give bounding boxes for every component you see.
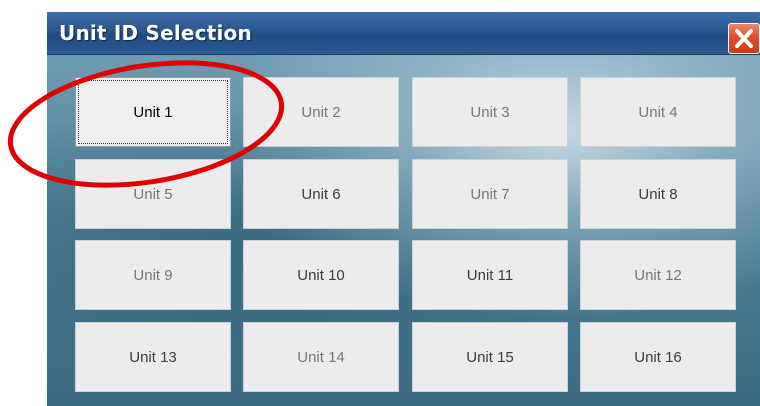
unit-10-label: Unit 10: [297, 266, 345, 284]
unit-2-button[interactable]: Unit 2: [243, 77, 399, 147]
unit-3-label: Unit 3: [470, 103, 510, 121]
unit-5-label: Unit 5: [133, 185, 173, 203]
unit-11-button[interactable]: Unit 11: [412, 240, 568, 310]
unit-14-button[interactable]: Unit 14: [243, 322, 399, 392]
unit-8-label: Unit 8: [638, 185, 678, 203]
focus-rectangle: [78, 80, 228, 144]
unit-15-button[interactable]: Unit 15: [412, 322, 568, 392]
close-icon: [735, 29, 753, 48]
title-bar: Unit ID Selection: [47, 12, 760, 55]
unit-14-label: Unit 14: [297, 348, 345, 366]
unit-6-button[interactable]: Unit 6: [243, 159, 399, 229]
unit-2-label: Unit 2: [301, 103, 341, 121]
unit-11-label: Unit 11: [466, 266, 514, 284]
unit-8-button[interactable]: Unit 8: [580, 159, 736, 229]
unit-6-label: Unit 6: [301, 185, 341, 203]
unit-4-button[interactable]: Unit 4: [580, 77, 736, 147]
unit-10-button[interactable]: Unit 10: [243, 240, 399, 310]
unit-15-label: Unit 15: [466, 348, 514, 366]
unit-13-label: Unit 13: [129, 348, 177, 366]
unit-id-selection-dialog: Unit ID Selection Unit 1 Unit 2 Unit 3 U…: [47, 12, 760, 406]
unit-4-label: Unit 4: [638, 103, 678, 121]
unit-9-label: Unit 9: [133, 266, 173, 284]
unit-5-button[interactable]: Unit 5: [75, 159, 231, 229]
unit-16-button[interactable]: Unit 16: [580, 322, 736, 392]
unit-1-button[interactable]: Unit 1: [75, 77, 231, 147]
unit-16-label: Unit 16: [634, 348, 682, 366]
window-title: Unit ID Selection: [59, 21, 252, 45]
unit-13-button[interactable]: Unit 13: [75, 322, 231, 392]
close-button[interactable]: [728, 23, 760, 54]
unit-9-button[interactable]: Unit 9: [75, 240, 231, 310]
unit-3-button[interactable]: Unit 3: [412, 77, 568, 147]
unit-7-label: Unit 7: [470, 185, 510, 203]
unit-12-label: Unit 12: [634, 266, 682, 284]
unit-12-button[interactable]: Unit 12: [580, 240, 736, 310]
unit-7-button[interactable]: Unit 7: [412, 159, 568, 229]
